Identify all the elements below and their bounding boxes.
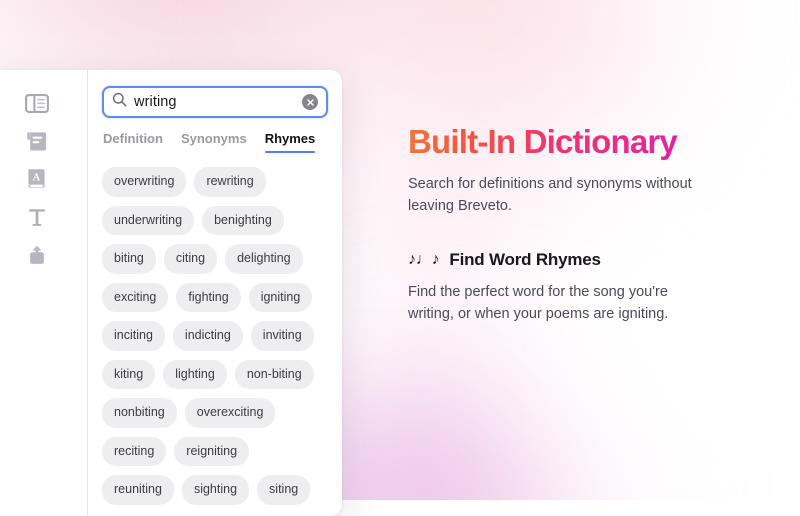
dictionary-window: A writing Definition Synonyms Rhymes ove… (0, 70, 342, 516)
rhyme-chip[interactable]: exciting (102, 282, 169, 312)
dictionary-tabs: Definition Synonyms Rhymes (102, 131, 328, 153)
rhyme-chip[interactable]: siting (257, 475, 311, 505)
sidebar: A (0, 70, 88, 516)
rhyme-chip[interactable]: kiting (102, 359, 156, 389)
rhyme-chip[interactable]: reigniting (174, 436, 250, 466)
search-field[interactable]: writing (102, 86, 328, 118)
rhyme-chip[interactable]: delighting (225, 244, 303, 274)
rhyme-chip[interactable]: benighting (202, 205, 284, 235)
rhyme-chip[interactable]: inciting (102, 321, 165, 351)
typography-text-icon (27, 207, 47, 228)
feature-heading: Find Word Rhymes (449, 249, 601, 269)
sidebar-item-dictionary[interactable]: A (0, 160, 87, 198)
rhyme-chip[interactable]: reuniting (102, 475, 174, 505)
rhyme-chip[interactable]: nonbiting (102, 398, 177, 428)
rhyme-chip[interactable]: fighting (176, 282, 241, 312)
clear-circle-icon[interactable] (302, 94, 318, 110)
rhyme-chip[interactable]: reciting (102, 436, 167, 466)
notes-document-icon (26, 131, 48, 152)
feature-block: ♪♩♪ Find Word Rhymes Find the perfect wo… (408, 250, 748, 326)
sidebar-panel-icon (24, 93, 49, 113)
dictionary-pane: writing Definition Synonyms Rhymes overw… (88, 70, 342, 516)
rhyme-chip[interactable]: inviting (250, 321, 314, 351)
page-title: Built-In Dictionary (408, 123, 748, 160)
rhyme-chip[interactable]: overexciting (184, 398, 276, 428)
search-icon (112, 92, 127, 112)
tab-rhymes[interactable]: Rhymes (264, 131, 315, 153)
rhyme-chip[interactable]: underwriting (102, 205, 195, 235)
tab-synonyms[interactable]: Synonyms (181, 131, 247, 153)
music-notes-icon: ♪♩♪ (408, 250, 440, 268)
tab-definition[interactable]: Definition (103, 131, 163, 153)
rhyme-chip[interactable]: sighting (181, 475, 250, 505)
rhyme-chip[interactable]: non-biting (234, 359, 314, 389)
rhyme-chip[interactable]: biting (102, 244, 156, 274)
sidebar-item-typography[interactable] (0, 198, 87, 236)
rhyme-chip[interactable]: indicting (172, 321, 243, 351)
sidebar-item-toggle-sidebar[interactable] (0, 84, 87, 122)
rhyme-chip[interactable]: citing (163, 244, 218, 274)
sidebar-item-notes[interactable] (0, 122, 87, 160)
svg-text:A: A (33, 172, 41, 183)
rhyme-chip[interactable]: lighting (163, 359, 227, 389)
sidebar-item-share[interactable] (0, 236, 87, 274)
rhyme-results-list: overwriting rewriting underwriting benighti… (102, 167, 328, 505)
feature-body-text: Find the perfect word for the song you'r… (408, 283, 669, 322)
marketing-content: Built-In Dictionary Search for definitio… (408, 123, 748, 326)
rhyme-chip[interactable]: igniting (248, 282, 313, 312)
search-input-value[interactable]: writing (134, 94, 302, 110)
page-subtitle: Search for definitions and synonyms with… (408, 176, 692, 215)
feature-heading-row: ♪♩♪ Find Word Rhymes (408, 250, 748, 270)
rhyme-chip[interactable]: rewriting (194, 167, 266, 197)
share-export-icon (27, 244, 47, 266)
dictionary-book-icon: A (26, 168, 47, 191)
rhyme-chip[interactable]: overwriting (102, 167, 187, 197)
